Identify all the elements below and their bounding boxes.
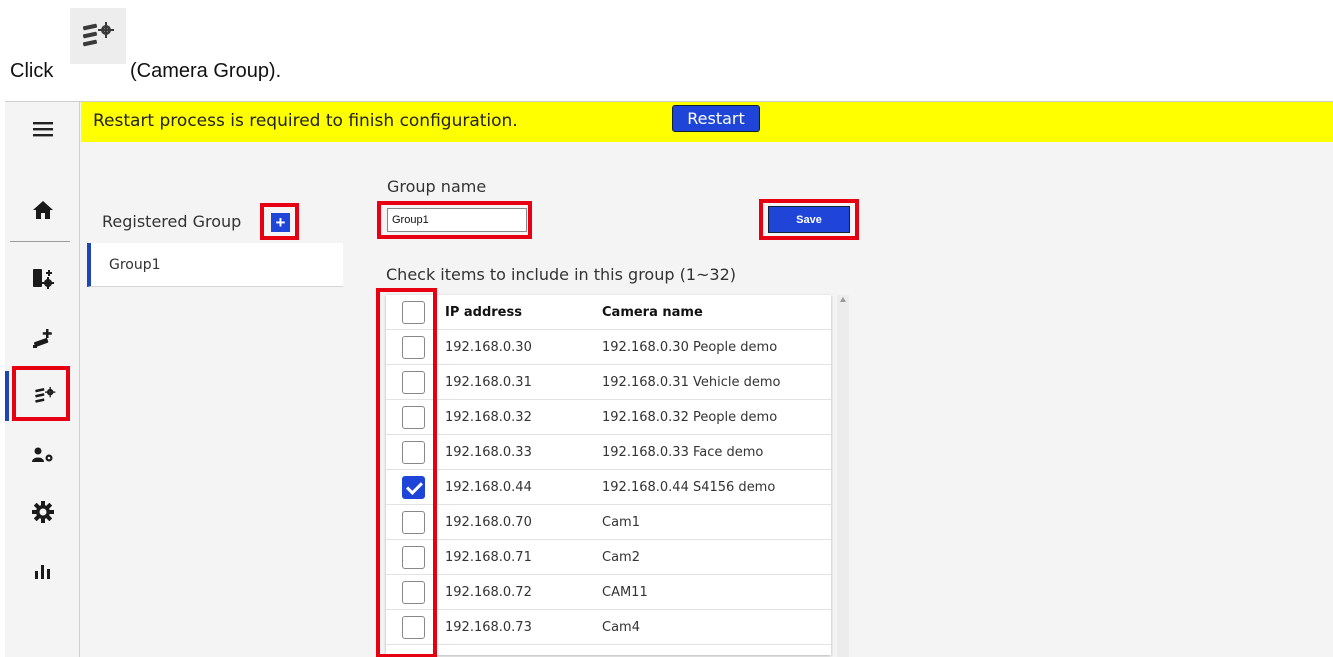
menu-button[interactable] (5, 104, 80, 154)
sidebar-divider (10, 241, 70, 242)
cell-camera-name: Cam2 (602, 550, 640, 565)
registered-group-label: Registered Group (102, 212, 242, 231)
save-button[interactable]: Save (768, 206, 850, 233)
table-row[interactable]: 192.168.0.70 Cam1 (386, 505, 831, 540)
menu-icon (32, 122, 53, 137)
camera-table: IP address Camera name 192.168.0.30 192.… (386, 295, 831, 655)
camera-settings-icon (32, 269, 54, 289)
table-row[interactable]: 192.168.0.30 192.168.0.30 People demo (386, 330, 831, 365)
row-checkbox[interactable] (402, 406, 425, 429)
table-header-row: IP address Camera name (386, 295, 831, 330)
instruction-header: Click (Camera Group). (0, 0, 1333, 100)
table-scrollbar[interactable] (837, 295, 849, 657)
sidebar-item-camera-group[interactable] (5, 371, 80, 421)
camera-group-icon (34, 386, 55, 403)
cell-ip: 192.168.0.33 (445, 445, 532, 460)
home-icon (32, 201, 53, 219)
sidebar-item-settings[interactable] (5, 487, 80, 537)
sidebar (5, 102, 80, 657)
row-checkbox[interactable] (402, 336, 425, 359)
sidebar-item-home[interactable] (5, 185, 80, 235)
cell-ip: 192.168.0.32 (445, 410, 532, 425)
group-name-label: Group name (387, 177, 487, 196)
sidebar-item-statistics[interactable] (5, 546, 80, 596)
column-header-camera-name: Camera name (602, 305, 703, 320)
cell-camera-name: 192.168.0.33 Face demo (602, 445, 764, 460)
cell-ip: 192.168.0.71 (445, 550, 532, 565)
cell-camera-name: Cam1 (602, 515, 640, 530)
add-camera-icon (32, 329, 52, 348)
table-row[interactable]: 192.168.0.73 Cam4 (386, 610, 831, 645)
row-checkbox[interactable] (402, 546, 425, 569)
row-checkbox[interactable] (402, 371, 425, 394)
row-checkbox[interactable] (402, 441, 425, 464)
cell-ip: 192.168.0.72 (445, 585, 532, 600)
restart-message: Restart process is required to finish co… (93, 111, 518, 131)
table-row[interactable]: 192.168.0.44 192.168.0.44 S4156 demo (386, 470, 831, 505)
table-row[interactable]: 192.168.0.71 Cam2 (386, 540, 831, 575)
cell-camera-name: CAM11 (602, 585, 648, 600)
table-row[interactable]: 192.168.0.33 192.168.0.33 Face demo (386, 435, 831, 470)
statistics-icon (34, 565, 50, 579)
instruction-target-text: (Camera Group). (130, 60, 282, 82)
cell-ip: 192.168.0.70 (445, 515, 532, 530)
camera-group-icon (70, 8, 126, 64)
row-checkbox[interactable] (402, 511, 425, 534)
restart-button[interactable]: Restart (672, 105, 760, 132)
sidebar-item-user-settings[interactable] (5, 430, 80, 480)
group-list-item[interactable]: Group1 (109, 257, 161, 273)
cell-ip: 192.168.0.30 (445, 340, 532, 355)
add-group-button[interactable]: + (271, 213, 290, 232)
cell-ip: 192.168.0.73 (445, 620, 532, 635)
check-items-label: Check items to include in this group (1~… (386, 265, 737, 284)
column-header-ip: IP address (445, 305, 522, 320)
cell-camera-name: 192.168.0.44 S4156 demo (602, 480, 776, 495)
table-row[interactable]: 192.168.0.32 192.168.0.32 People demo (386, 400, 831, 435)
scroll-up-arrow-icon[interactable] (840, 297, 846, 302)
group-name-input[interactable] (387, 208, 527, 232)
cell-camera-name: 192.168.0.31 Vehicle demo (602, 375, 781, 390)
app-window: Restart process is required to finish co… (5, 101, 1333, 657)
row-checkbox[interactable] (402, 581, 425, 604)
table-row[interactable]: 192.168.0.72 CAM11 (386, 575, 831, 610)
table-row[interactable]: 192.168.0.31 192.168.0.31 Vehicle demo (386, 365, 831, 400)
select-all-checkbox[interactable] (402, 301, 425, 324)
row-checkbox-checked[interactable] (402, 476, 425, 499)
sidebar-item-add-camera[interactable] (5, 314, 80, 364)
instruction-click-text: Click (10, 60, 54, 82)
cell-camera-name: Cam4 (602, 620, 640, 635)
row-checkbox[interactable] (402, 616, 425, 639)
group-list: Group1 (87, 243, 343, 287)
restart-banner: Restart process is required to finish co… (81, 102, 1333, 142)
user-settings-icon (31, 447, 52, 462)
cell-camera-name: 192.168.0.30 People demo (602, 340, 778, 355)
cell-ip: 192.168.0.31 (445, 375, 532, 390)
cell-ip: 192.168.0.44 (445, 480, 532, 495)
sidebar-item-camera-settings[interactable] (5, 253, 80, 303)
cell-camera-name: 192.168.0.32 People demo (602, 410, 778, 425)
gear-icon (31, 501, 54, 523)
